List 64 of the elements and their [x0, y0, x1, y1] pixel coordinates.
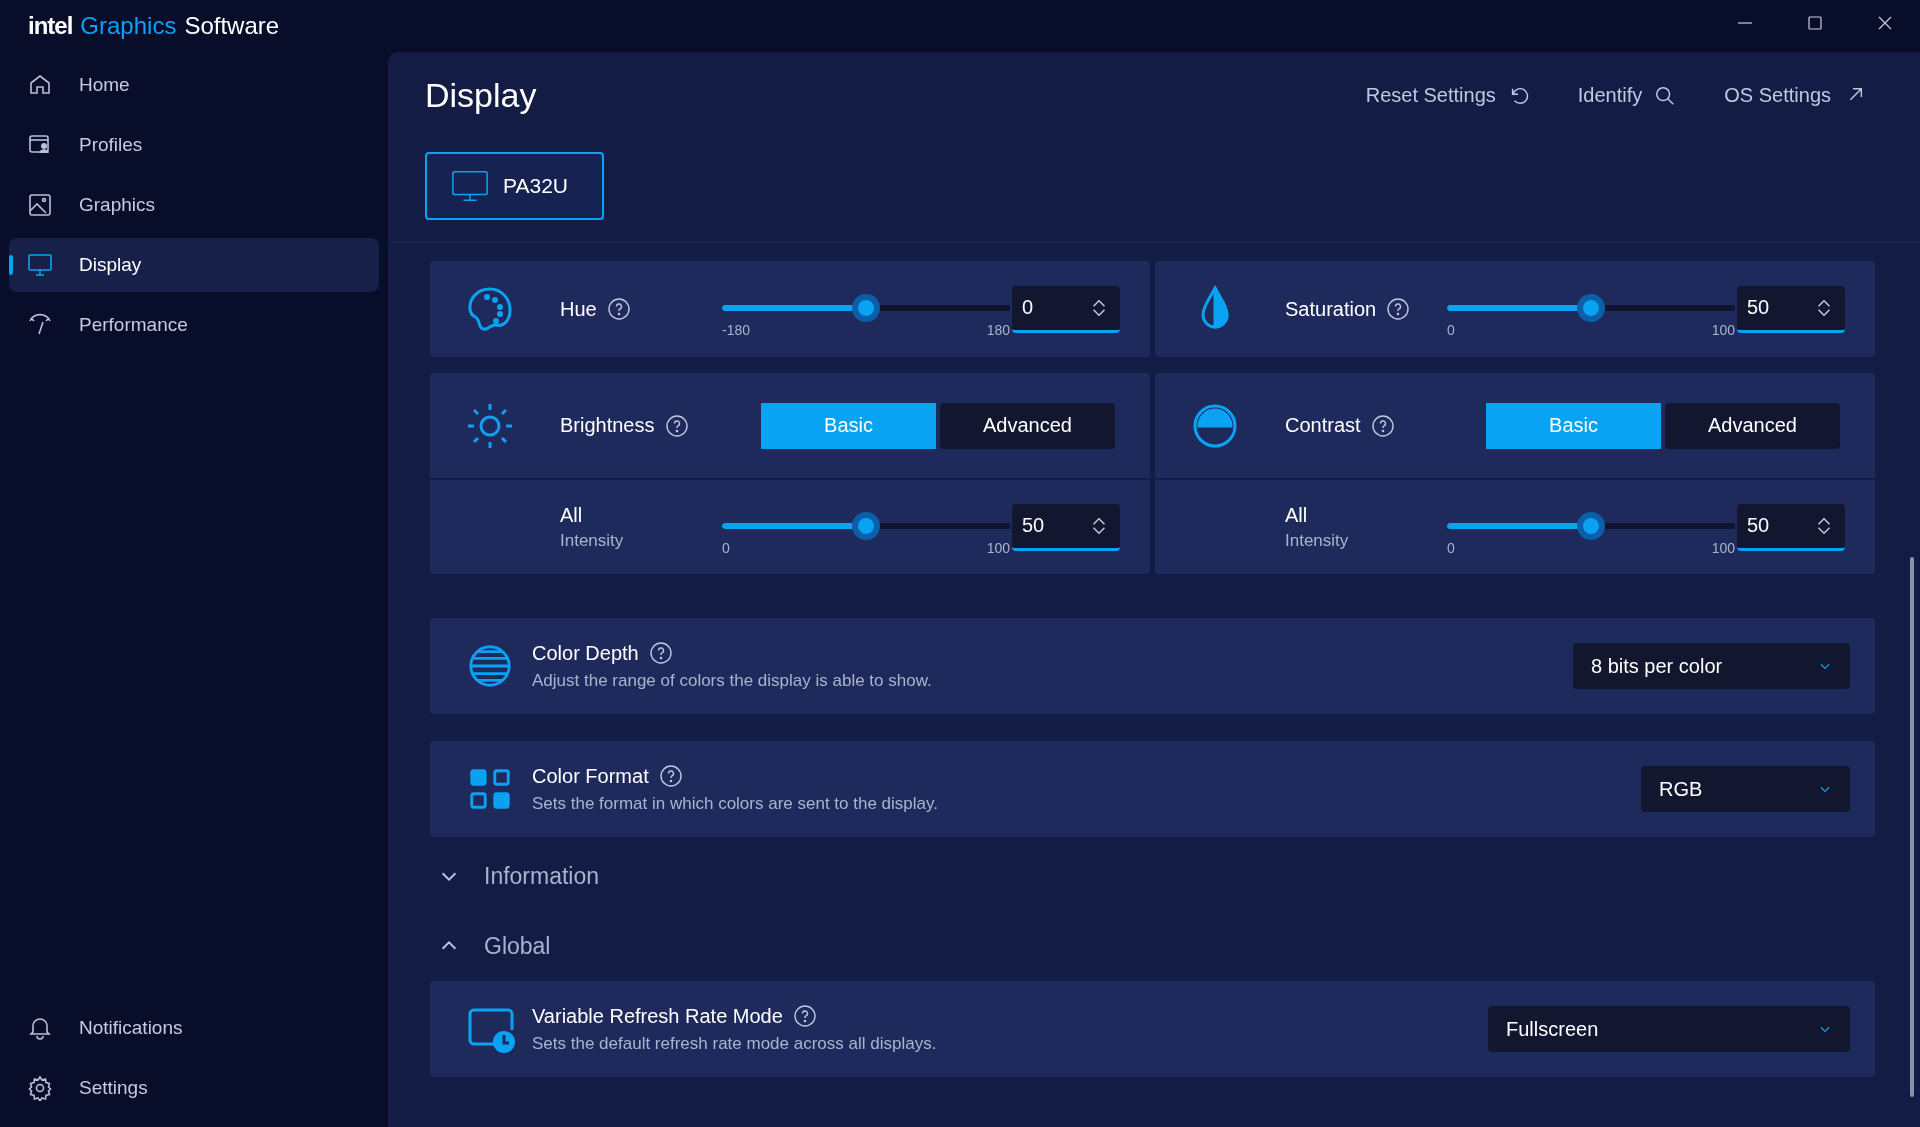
setting-label: Saturation [1285, 297, 1377, 321]
setting-label: Contrast [1285, 414, 1361, 437]
display-tab[interactable]: PA32U [425, 152, 604, 220]
slider-thumb[interactable] [1577, 294, 1605, 322]
slider-min-label: -180 [722, 322, 751, 338]
section-toggle[interactable]: Information [430, 841, 1875, 911]
setting-label: Hue [560, 297, 597, 321]
channel-label: All [560, 503, 583, 527]
slider-max-label: 100 [986, 540, 1010, 556]
slider-min-label: 0 [1447, 322, 1455, 338]
setting-label: Variable Refresh Rate Mode [532, 1004, 783, 1028]
image-icon [27, 192, 53, 218]
help-icon[interactable] [658, 764, 683, 788]
channel-sublabel: Intensity [560, 530, 624, 551]
channel-label: All [1285, 503, 1308, 527]
slider-max-label: 180 [986, 322, 1010, 338]
scrollbar[interactable] [1910, 557, 1914, 1097]
help-icon[interactable] [1370, 413, 1395, 438]
help-icon[interactable] [1386, 297, 1411, 321]
striped-globe-icon [466, 642, 514, 690]
header-link[interactable]: Identify [1577, 84, 1677, 107]
header-link[interactable]: OS Settings [1724, 84, 1865, 107]
number-field[interactable]: 0 [1012, 285, 1120, 333]
number-field[interactable]: 50 [1737, 285, 1845, 333]
slider-thumb[interactable] [852, 294, 880, 322]
setting-description: Adjust the range of colors the display is able to show. [532, 671, 932, 691]
section-toggle[interactable]: Global [430, 911, 1875, 981]
setting-description: Sets the default refresh rate mode across all displays. [532, 1034, 937, 1054]
nav-item[interactable]: Notifications [9, 1001, 379, 1055]
help-icon[interactable] [648, 641, 673, 665]
dropdown[interactable]: Fullscreen [1488, 1006, 1850, 1052]
header-link[interactable]: Reset Settings [1365, 84, 1530, 107]
nav-item[interactable]: Home [9, 58, 379, 112]
number-field[interactable]: 50 [1737, 503, 1845, 551]
slider-min-label: 0 [1447, 540, 1455, 556]
setting-description: Sets the format in which colors are sent to the display. [532, 794, 938, 814]
slider-min-label: 0 [722, 540, 730, 556]
settings-icon [27, 1075, 53, 1101]
page-title: Display [425, 76, 537, 115]
help-icon[interactable] [792, 1004, 817, 1028]
bell-icon [27, 1015, 53, 1041]
nav-item[interactable]: Profiles [9, 118, 379, 172]
nav-item[interactable]: Performance [9, 298, 379, 352]
monitor-icon [27, 252, 53, 278]
dropdown[interactable]: 8 bits per color [1573, 643, 1850, 689]
nav-item[interactable]: Graphics [9, 178, 379, 232]
setting-label: Color Format [532, 764, 649, 788]
slider-thumb[interactable] [852, 512, 880, 540]
mode-tab[interactable]: Advanced [1665, 402, 1840, 449]
slider-thumb[interactable] [1577, 512, 1605, 540]
app-logo: intel Graphics Software [28, 12, 280, 40]
help-icon[interactable] [606, 297, 631, 321]
help-icon[interactable] [664, 413, 689, 438]
nav-item[interactable]: Settings [9, 1061, 379, 1115]
nav-item[interactable]: Display [9, 238, 379, 292]
search-icon [1654, 84, 1677, 107]
setting-label: Color Depth [532, 641, 639, 665]
slider-max-label: 100 [1711, 540, 1735, 556]
number-field[interactable]: 50 [1012, 503, 1120, 551]
setting-label: Brightness [560, 414, 655, 437]
slider-max-label: 100 [1711, 322, 1735, 338]
channel-sublabel: Intensity [1285, 530, 1349, 551]
dropdown[interactable]: RGB [1641, 766, 1850, 812]
mode-tab[interactable]: Advanced [940, 402, 1115, 449]
